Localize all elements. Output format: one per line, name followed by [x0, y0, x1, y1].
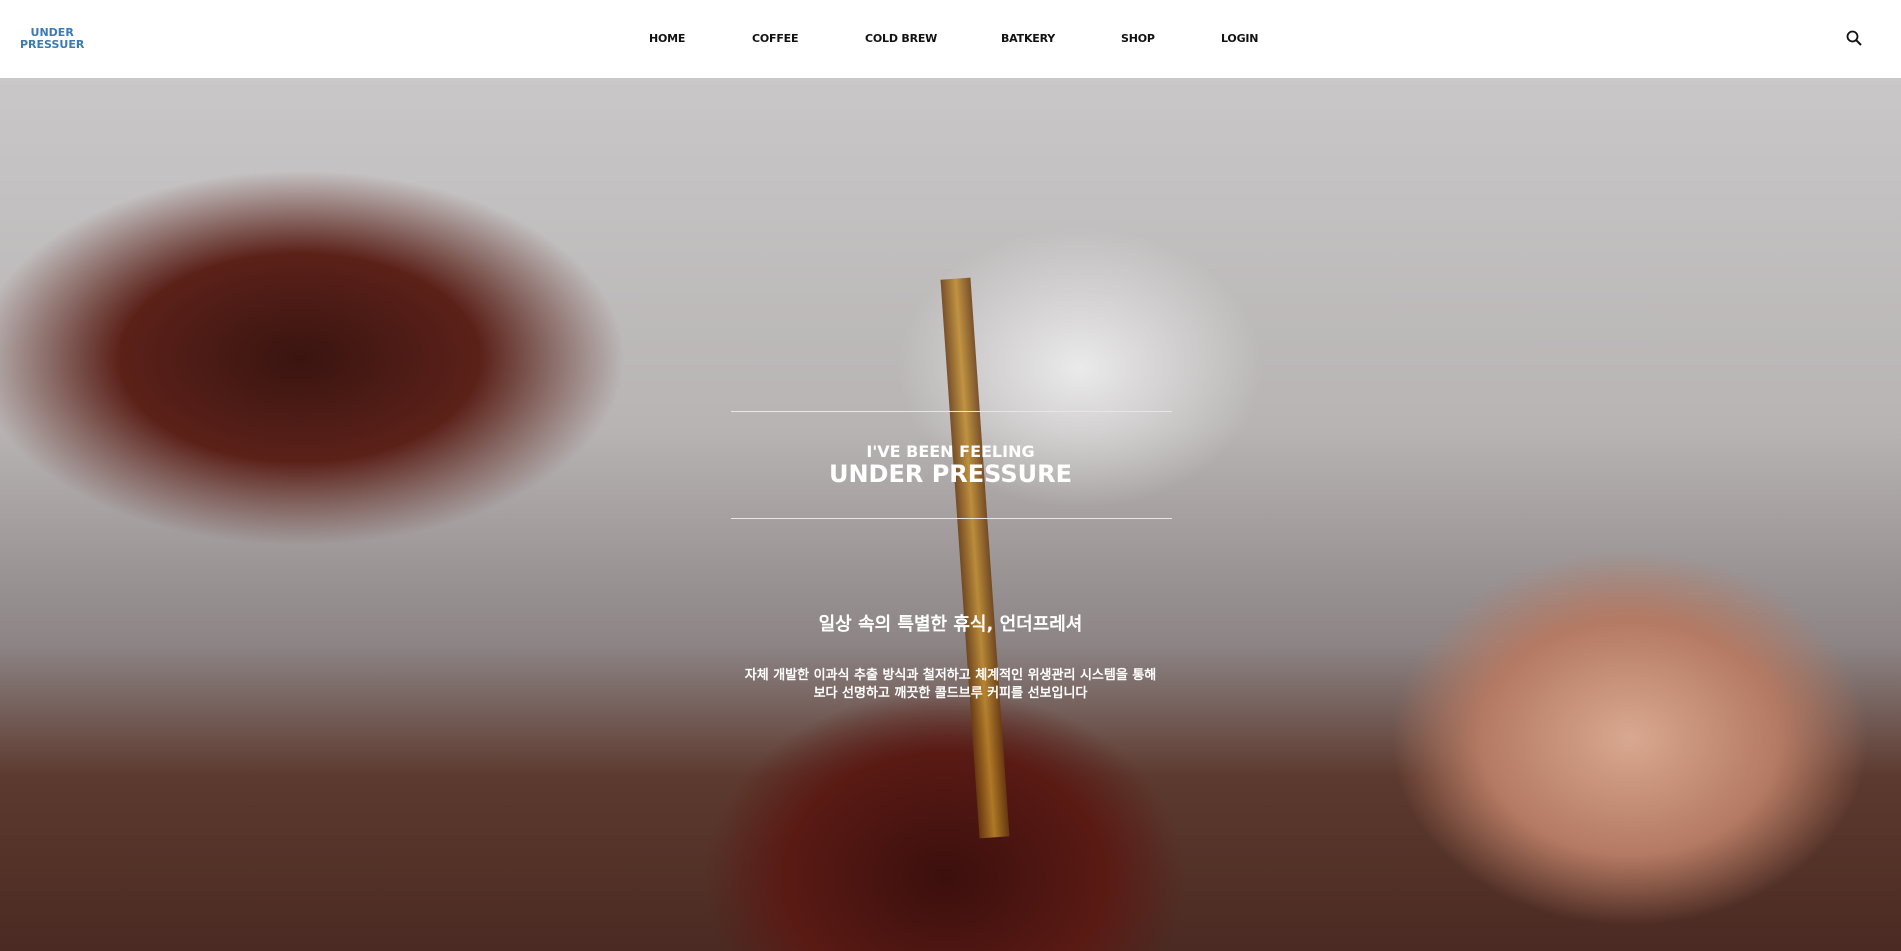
hero-subtitle: 일상 속의 특별한 휴식, 언더프레셔 — [818, 614, 1083, 635]
hero-title: UNDER PRESSURE — [828, 460, 1073, 488]
nav-login[interactable]: LOGIN — [1221, 32, 1258, 45]
nav-coffee[interactable]: COFFEE — [752, 32, 798, 45]
divider-bottom — [731, 518, 1172, 519]
nav-shop[interactable]: SHOP — [1121, 32, 1155, 45]
nav-bakery[interactable]: BATKERY — [1001, 32, 1055, 45]
hero-section: I'VE BEEN FEELING UNDER PRESSURE 일상 속의 특… — [0, 78, 1901, 951]
logo[interactable]: UNDER PRESSUER — [20, 27, 84, 51]
hero-desc-line1: 자체 개발한 이과식 추출 방식과 철저하고 체계적인 위생관리 시스템을 통해 — [744, 668, 1157, 683]
hero-kicker: I'VE BEEN FEELING — [866, 442, 1035, 461]
search-icon[interactable] — [1846, 30, 1862, 46]
coffee-pour-image — [940, 277, 1010, 839]
nav-cold-brew[interactable]: COLD BREW — [865, 32, 937, 45]
nav-home[interactable]: HOME — [649, 32, 685, 45]
hero-desc-line2: 보다 선명하고 깨끗한 콜드브루 커피를 선보입니다 — [813, 686, 1088, 701]
logo-line2: PRESSUER — [20, 38, 85, 51]
divider-top — [731, 411, 1172, 412]
site-header: UNDER PRESSUER HOME COFFEE COLD BREW BAT… — [0, 0, 1901, 78]
